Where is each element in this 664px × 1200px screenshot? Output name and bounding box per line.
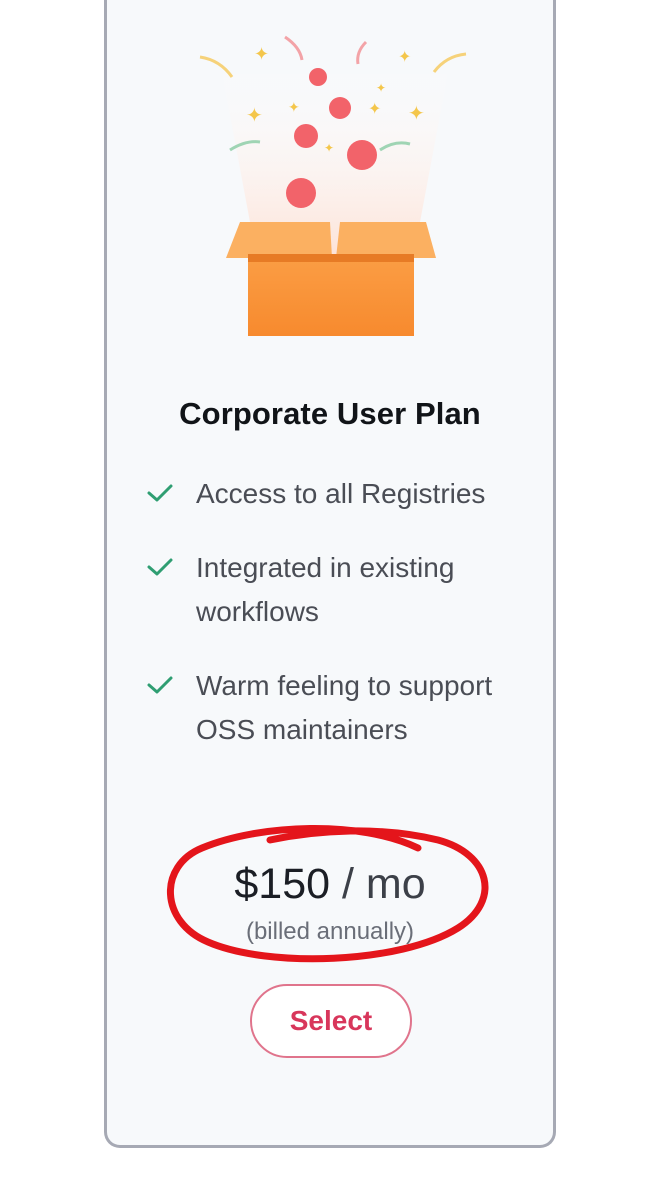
feature-text: Integrated in existing workflows bbox=[196, 552, 455, 627]
svg-text:✦: ✦ bbox=[408, 101, 425, 125]
feature-item: Integrated in existing workflows bbox=[146, 546, 536, 634]
plan-title: Corporate User Plan bbox=[179, 396, 481, 431]
svg-text:✦: ✦ bbox=[398, 47, 411, 66]
svg-text:✦: ✦ bbox=[376, 81, 386, 95]
feature-item: Warm feeling to support OSS maintainers bbox=[146, 664, 536, 752]
svg-text:✦: ✦ bbox=[368, 99, 381, 118]
check-icon bbox=[147, 676, 173, 694]
feature-text: Access to all Registries bbox=[196, 478, 486, 509]
svg-text:✦: ✦ bbox=[324, 141, 334, 155]
feature-list: Access to all Registries Integrated in e… bbox=[146, 472, 536, 782]
svg-text:✦: ✦ bbox=[246, 103, 263, 127]
price: $150 / mo bbox=[104, 860, 556, 909]
pricing-page: ✦ ✦ ✦ ✦ ✦ ✦ ✦ ✦ Corporate User Plan Acce… bbox=[0, 0, 664, 1200]
feature-item: Access to all Registries bbox=[146, 472, 536, 516]
price-amount: $150 bbox=[234, 860, 331, 908]
check-icon bbox=[147, 558, 173, 576]
svg-text:✦: ✦ bbox=[254, 44, 269, 65]
feature-text: Warm feeling to support OSS maintainers bbox=[196, 670, 493, 745]
svg-text:✦: ✦ bbox=[288, 100, 300, 116]
billing-note: (billed annually) bbox=[245, 918, 415, 945]
gift-box-confetti-illustration: ✦ ✦ ✦ ✦ ✦ ✦ ✦ ✦ bbox=[199, 35, 467, 336]
check-icon bbox=[147, 484, 173, 502]
select-button[interactable]: Select bbox=[250, 984, 412, 1058]
price-period: mo bbox=[365, 860, 426, 908]
price-separator: / bbox=[330, 860, 366, 908]
